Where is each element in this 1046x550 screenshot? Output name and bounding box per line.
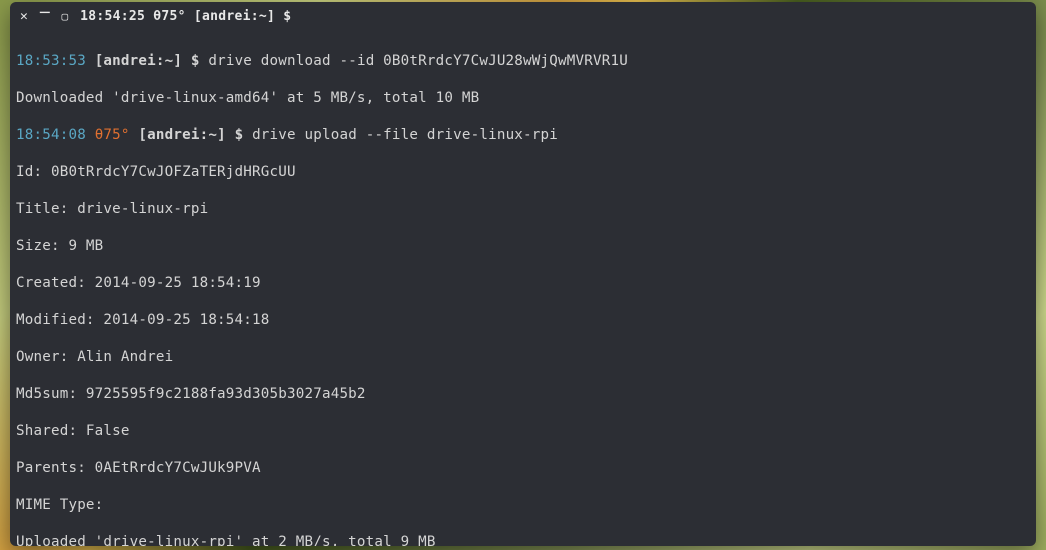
terminal-body[interactable]: 18:53:53 [andrei:~] $ drive download --i… xyxy=(10,30,1036,546)
command-text: drive download --id 0B0tRrdcY7CwJU28wWjQ… xyxy=(208,53,628,69)
terminal-window: ✕ ─ ▢ 18:54:25 θ75° [andrei:~] $ 18:53:5… xyxy=(10,2,1036,546)
output-line: 18:54:08 θ75° [andrei:~] $ drive upload … xyxy=(16,126,1030,145)
output-line: Created: 2014-09-25 18:54:19 xyxy=(16,274,1030,293)
command-text: drive upload --file drive-linux-rpi xyxy=(252,127,558,143)
output-line: Size: 9 MB xyxy=(16,237,1030,256)
output-line: Md5sum: 9725595f9c2188fa93d305b3027a45b2 xyxy=(16,385,1030,404)
timestamp: 18:54:08 xyxy=(16,127,86,143)
output-line: Downloaded 'drive-linux-amd64' at 5 MB/s… xyxy=(16,89,1030,108)
titlebar: ✕ ─ ▢ 18:54:25 θ75° [andrei:~] $ xyxy=(10,2,1036,30)
window-title: 18:54:25 θ75° [andrei:~] $ xyxy=(80,9,291,24)
output-line: Shared: False xyxy=(16,422,1030,441)
output-line: MIME Type: xyxy=(16,496,1030,515)
output-line: Title: drive-linux-rpi xyxy=(16,200,1030,219)
prompt: [andrei:~] $ xyxy=(138,127,243,143)
output-line: Modified: 2014-09-25 18:54:18 xyxy=(16,311,1030,330)
window-controls: ✕ ─ ▢ xyxy=(20,8,68,24)
close-icon[interactable]: ✕ xyxy=(20,10,28,23)
maximize-icon[interactable]: ▢ xyxy=(61,11,68,22)
output-line: Id: 0B0tRrdcY7CwJOFZaTERjdHRGcUU xyxy=(16,163,1030,182)
minimize-icon[interactable]: ─ xyxy=(40,5,50,21)
temperature: θ75° xyxy=(95,127,130,143)
timestamp: 18:53:53 xyxy=(16,53,86,69)
prompt: [andrei:~] $ xyxy=(95,53,200,69)
output-line: Owner: Alin Andrei xyxy=(16,348,1030,367)
output-line: Parents: 0AEtRrdcY7CwJUk9PVA xyxy=(16,459,1030,478)
output-line: Uploaded 'drive-linux-rpi' at 2 MB/s, to… xyxy=(16,533,1030,547)
output-line: 18:53:53 [andrei:~] $ drive download --i… xyxy=(16,52,1030,71)
